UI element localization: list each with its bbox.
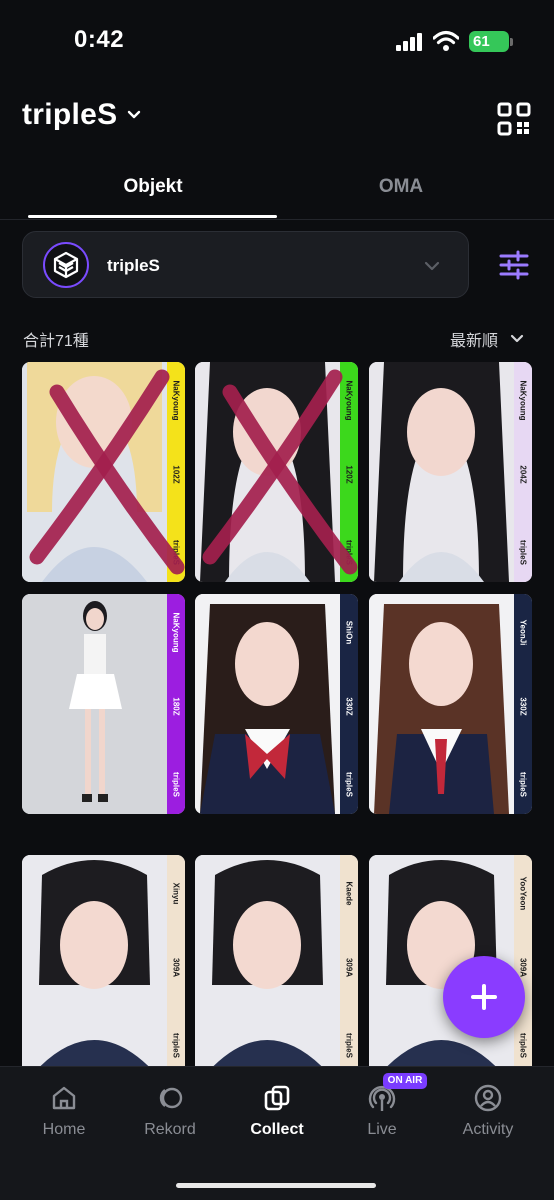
objekt-number: 204Z: [518, 465, 528, 484]
nav-live[interactable]: Live: [337, 1083, 427, 1139]
objekt-group-name: tripleS: [518, 772, 528, 797]
objekt-number: 309A: [518, 957, 528, 978]
chevron-down-icon: [510, 334, 524, 343]
objekt-group-name: tripleS: [518, 540, 528, 565]
objekt-number: 330Z: [518, 697, 528, 716]
objekt-photo: [195, 855, 340, 1066]
objekt-side-band: ShiOn 330Z tripleS: [340, 594, 358, 814]
activity-icon: [474, 1084, 502, 1112]
objekt-group-name: tripleS: [344, 540, 354, 565]
objekt-number: 180Z: [171, 697, 181, 716]
objekt-side-band: YooYeon 309A tripleS: [514, 855, 532, 1066]
page-title: tripleS: [22, 98, 118, 131]
nav-home[interactable]: Home: [19, 1083, 109, 1139]
objekt-side-band: Kaede 309A tripleS: [340, 855, 358, 1066]
objekt-card[interactable]: NaKyoung 180Z tripleS: [22, 594, 185, 814]
rekord-icon: [159, 1087, 183, 1109]
artist-switcher[interactable]: tripleS: [22, 98, 141, 132]
objekt-number: 330Z: [344, 697, 354, 716]
objekt-photo: [22, 362, 167, 582]
objekt-group-name: tripleS: [344, 1033, 354, 1058]
objekt-grid: NaKyoung 102Z tripleS NaKyoung 120Z tripleS Na…: [22, 362, 532, 1066]
bottom-nav: Home Rekord Collect Live Activity: [0, 1066, 554, 1200]
objekt-group-name: tripleS: [171, 540, 181, 565]
signal-icon: [396, 33, 424, 51]
collection-count: 合計71種: [23, 333, 89, 350]
nav-label: Live: [367, 1121, 397, 1138]
tab-bar: Objekt OMA: [0, 160, 554, 220]
objekt-number: 120Z: [344, 465, 354, 484]
artist-logo-icon: [43, 242, 89, 288]
on-air-badge: ON AIR: [383, 1073, 427, 1089]
nav-label: Activity: [462, 1121, 514, 1138]
battery-tip: [510, 38, 513, 46]
objekt-member-name: ShiOn: [344, 620, 354, 645]
nav-label: Collect: [250, 1121, 304, 1138]
chevron-down-icon: [128, 110, 141, 119]
collect-icon: [264, 1085, 290, 1111]
wifi-icon: [433, 30, 459, 51]
objekt-photo: [22, 594, 167, 814]
home-indicator: [176, 1183, 376, 1188]
objekt-side-band: YeonJi 330Z tripleS: [514, 594, 532, 814]
objekt-photo: [195, 594, 340, 814]
add-button[interactable]: [443, 956, 525, 1038]
objekt-card[interactable]: YooYeon 309A tripleS: [369, 855, 532, 1066]
nav-label: Home: [42, 1121, 86, 1138]
objekt-number: 309A: [344, 957, 354, 978]
status-time: 0:42: [74, 26, 125, 53]
objekt-side-band: NaKyoung 102Z tripleS: [167, 362, 185, 582]
objekt-member-name: YeonJi: [518, 619, 528, 646]
objekt-group-name: tripleS: [171, 772, 181, 797]
objekt-number: 309A: [171, 957, 181, 978]
objekt-member-name: Kaede: [344, 881, 354, 906]
objekt-group-name: tripleS: [344, 772, 354, 797]
status-bar: 0:42 61: [0, 0, 554, 82]
objekt-member-name: Xinyu: [171, 882, 181, 905]
objekt-number: 102Z: [171, 465, 181, 484]
sort-dropdown[interactable]: 最新順: [450, 327, 524, 351]
objekt-card[interactable]: Xinyu 309A tripleS: [22, 855, 185, 1066]
objekt-member-name: NaKyoung: [344, 380, 354, 421]
objekt-photo: [22, 855, 167, 1066]
objekt-card[interactable]: NaKyoung 120Z tripleS: [195, 362, 358, 582]
artist-filter-select[interactable]: tripleS: [22, 231, 469, 298]
tab-oma[interactable]: OMA: [276, 176, 526, 198]
nav-activity[interactable]: Activity: [443, 1083, 533, 1139]
objekt-side-band: NaKyoung 204Z tripleS: [514, 362, 532, 582]
home-icon: [52, 1086, 76, 1110]
nav-label: Rekord: [144, 1121, 196, 1138]
objekt-card[interactable]: Kaede 309A tripleS: [195, 855, 358, 1066]
objekt-side-band: NaKyoung 180Z tripleS: [167, 594, 185, 814]
objekt-photo: [195, 362, 340, 582]
filter-sliders-icon[interactable]: [498, 250, 530, 280]
sort-label: 最新順: [450, 333, 499, 350]
qr-code-icon[interactable]: [497, 102, 531, 136]
objekt-card[interactable]: ShiOn 330Z tripleS: [195, 594, 358, 814]
objekt-group-name: tripleS: [518, 1033, 528, 1058]
objekt-card[interactable]: YeonJi 330Z tripleS: [369, 594, 532, 814]
objekt-member-name: NaKyoung: [171, 380, 181, 421]
nav-rekord[interactable]: Rekord: [125, 1083, 215, 1139]
objekt-group-name: tripleS: [171, 1033, 181, 1058]
tab-active-indicator: [28, 215, 277, 218]
objekt-card[interactable]: NaKyoung 204Z tripleS: [369, 362, 532, 582]
objekt-side-band: Xinyu 309A tripleS: [167, 855, 185, 1066]
battery-indicator: 61: [469, 31, 509, 52]
nav-collect[interactable]: Collect: [232, 1083, 322, 1139]
tab-objekt[interactable]: Objekt: [28, 176, 278, 198]
objekt-photo: [369, 362, 514, 582]
objekt-member-name: NaKyoung: [171, 612, 181, 653]
objekt-member-name: YooYeon: [518, 876, 528, 911]
objekt-side-band: NaKyoung 120Z tripleS: [340, 362, 358, 582]
chevron-down-icon: [424, 261, 440, 271]
objekt-member-name: NaKyoung: [518, 380, 528, 421]
artist-filter-label: tripleS: [107, 256, 160, 275]
objekt-card[interactable]: NaKyoung 102Z tripleS: [22, 362, 185, 582]
objekt-photo: [369, 594, 514, 814]
